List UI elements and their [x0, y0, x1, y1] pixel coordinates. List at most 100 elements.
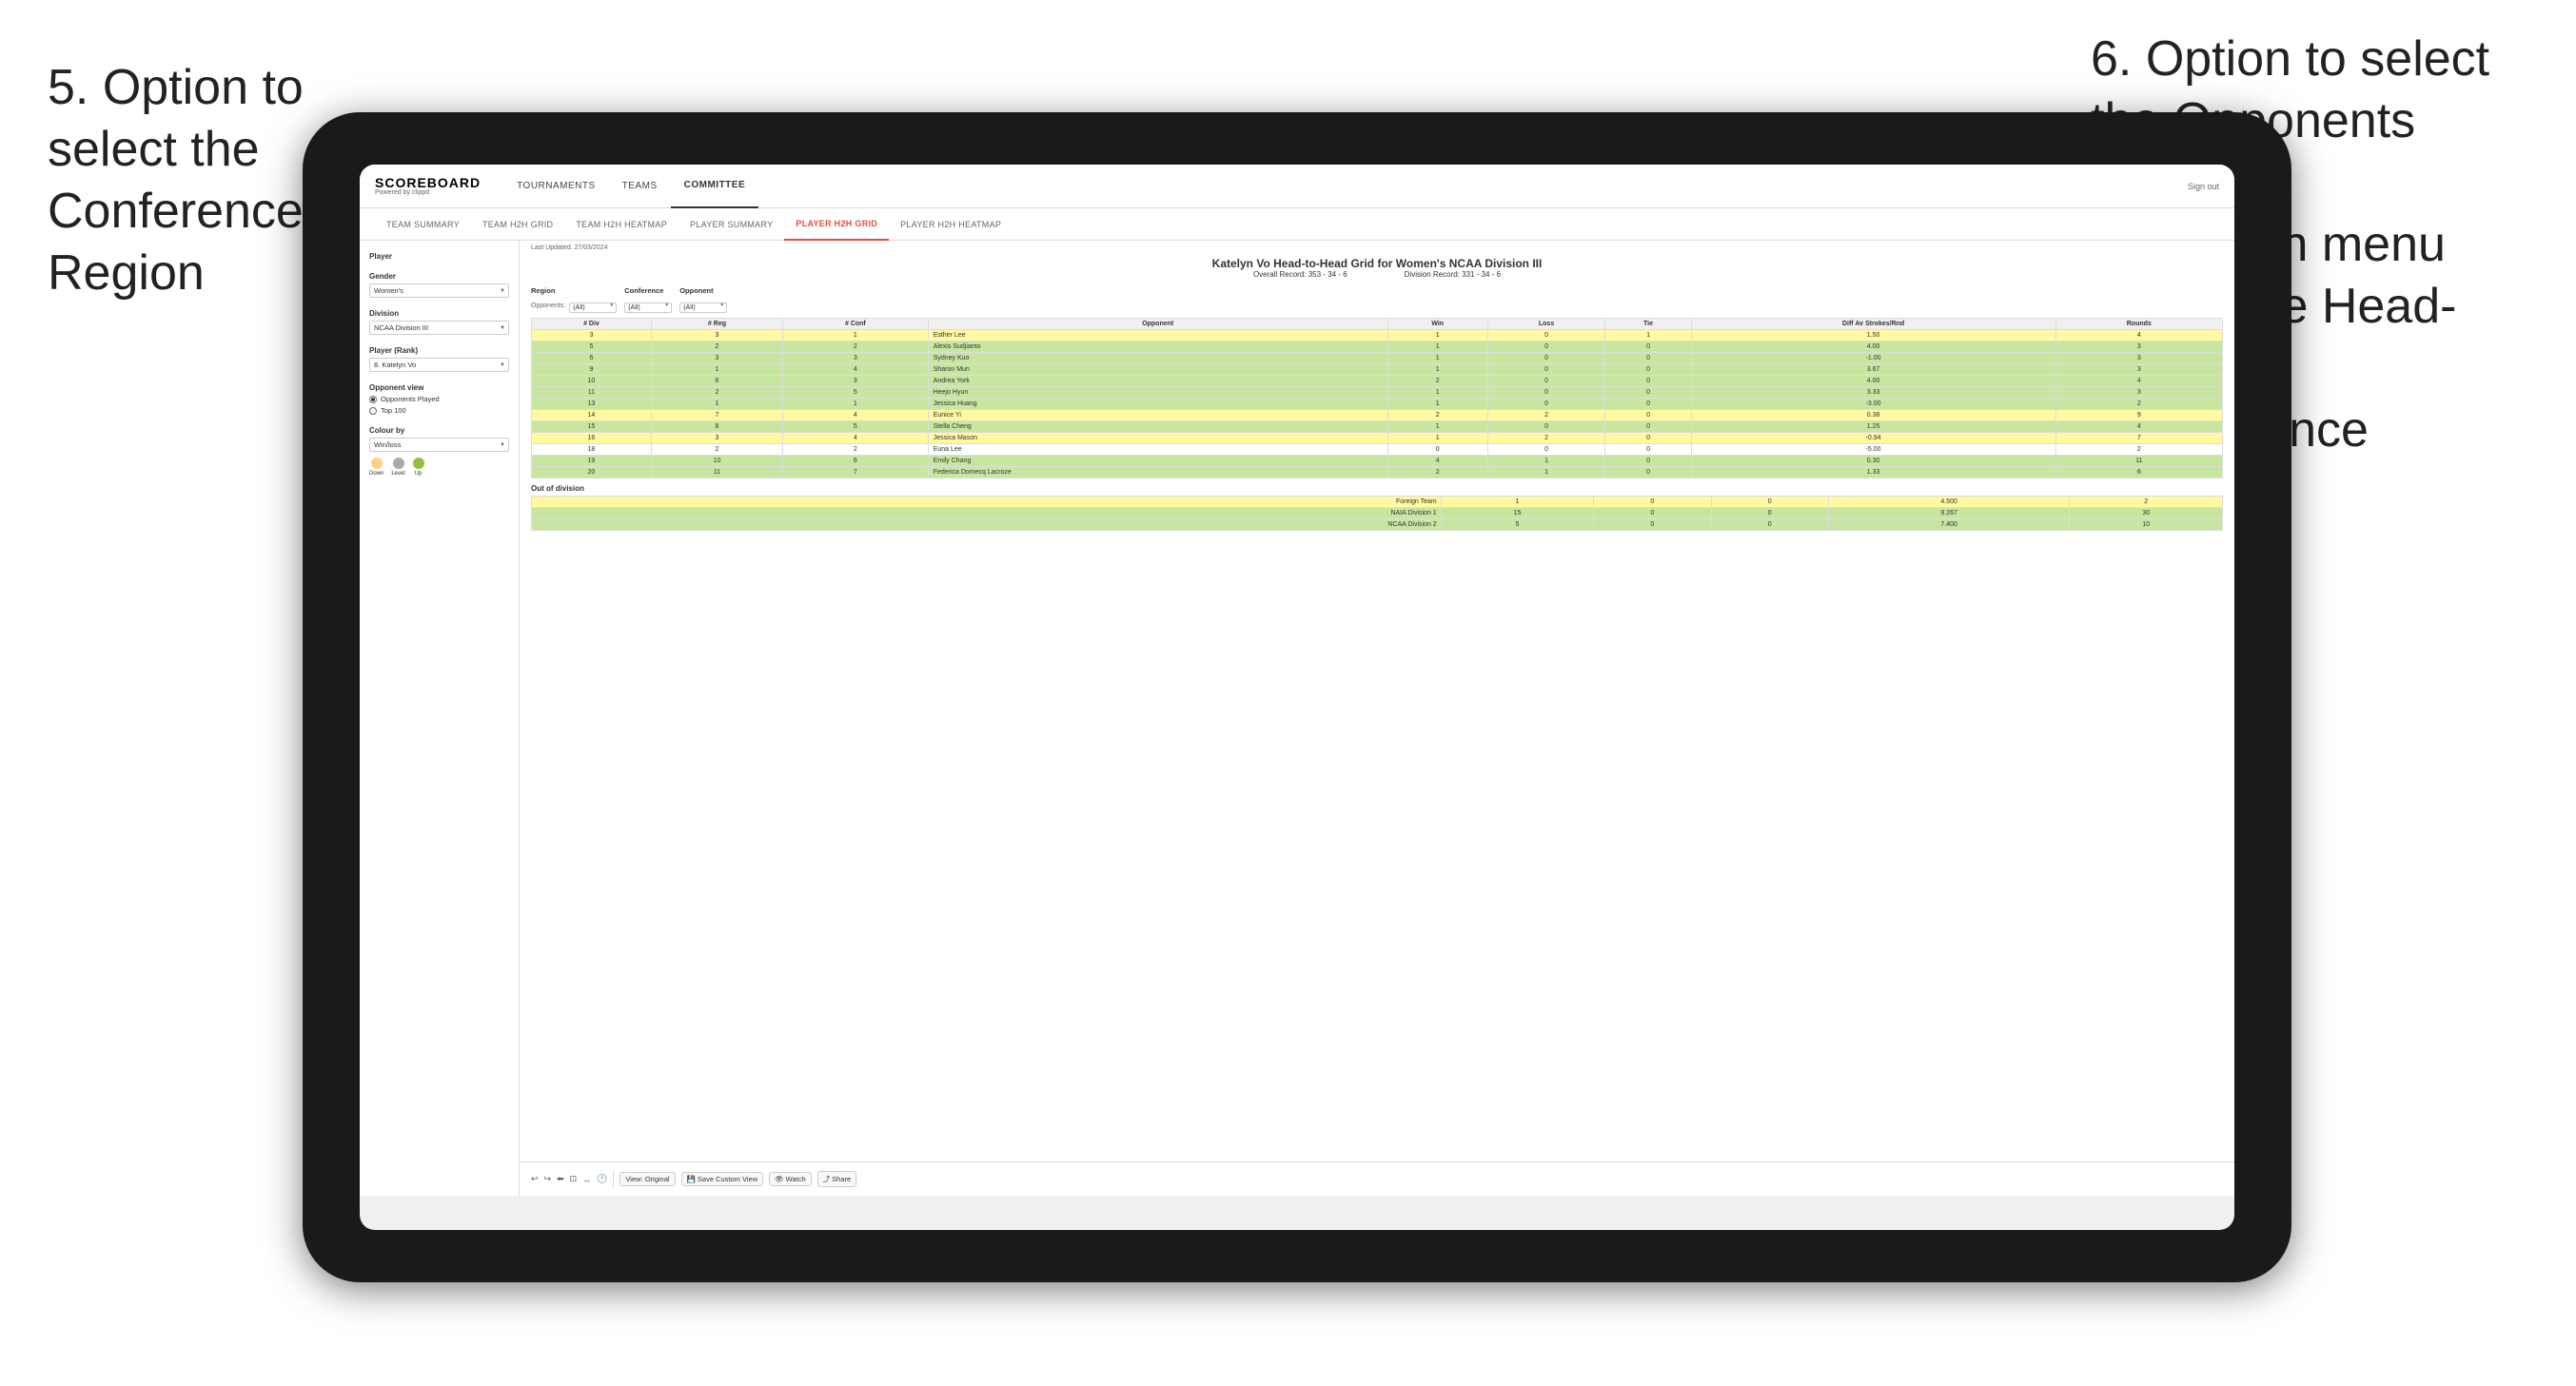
cell-div: 5	[532, 342, 652, 353]
sidebar-gender-wrapper: Women's	[369, 283, 509, 298]
cell-reg: 1	[651, 399, 782, 410]
sidebar-colour-by: Colour by Win/loss Down Level	[369, 426, 509, 477]
sidebar-colour-by-wrapper: Win/loss	[369, 438, 509, 452]
cell-tie: 0	[1605, 376, 1691, 387]
view-original-btn[interactable]: View: Original	[619, 1172, 675, 1186]
table-row: 1311Jessica Huang100-3.002	[532, 399, 2223, 410]
sub-nav-team-summary[interactable]: TEAM SUMMARY	[375, 208, 471, 241]
sidebar-radio-played[interactable]: Opponents Played	[369, 395, 509, 403]
sidebar-division-wrapper: NCAA Division III	[369, 321, 509, 335]
main-nav: TOURNAMENTS TEAMS COMMITTEE	[503, 165, 2188, 208]
sub-nav: TEAM SUMMARY TEAM H2H GRID TEAM H2H HEAT…	[360, 208, 2234, 241]
cell-loss: 2	[1487, 410, 1605, 421]
out-div-cell: 0	[1711, 497, 1828, 508]
cell-reg: 2	[651, 444, 782, 456]
tool2-icon[interactable]: ↔	[582, 1175, 591, 1184]
cell-div: 16	[532, 433, 652, 444]
sidebar-player-section: Player	[369, 252, 509, 261]
region-filter-title: Region	[531, 286, 617, 295]
app-header: SCOREBOARD Powered by clippd TOURNAMENTS…	[360, 165, 2234, 208]
conference-filter-inner: (All)	[624, 297, 672, 314]
clock-icon[interactable]: 🕐	[597, 1174, 607, 1184]
sidebar-player-rank-select[interactable]: 8. Katelyn Vo	[369, 358, 509, 372]
sub-nav-player-summary[interactable]: PLAYER SUMMARY	[678, 208, 784, 241]
cell-win: 1	[1387, 353, 1487, 364]
player-h2h-table: # Div # Reg # Conf Opponent Win Loss Tie…	[531, 318, 2223, 478]
region-filter-inner: Opponents: (All)	[531, 297, 617, 314]
out-div-cell: 5	[1441, 519, 1594, 531]
nav-tournaments[interactable]: TOURNAMENTS	[503, 165, 609, 208]
watch-icon: 👁	[775, 1175, 784, 1183]
table-row: 522Alexis Sudjianto1004.003	[532, 342, 2223, 353]
table-row: 331Esther Lee1011.504	[532, 330, 2223, 342]
tool1-icon[interactable]: ⊡	[570, 1174, 578, 1184]
cell-div: 13	[532, 399, 652, 410]
cell-opponent: Emily Chang	[928, 456, 1387, 467]
cell-reg: 10	[651, 456, 782, 467]
cell-opponent: Federica Domecq Lacroze	[928, 467, 1387, 478]
cell-conf: 4	[783, 364, 929, 376]
cell-rounds: 9	[2055, 410, 2222, 421]
cell-opponent: Alexis Sudjianto	[928, 342, 1387, 353]
cell-win: 2	[1387, 376, 1487, 387]
out-div-row: Foreign Team1004.5002	[532, 497, 2223, 508]
cell-win: 1	[1387, 421, 1487, 433]
out-div-cell: 0	[1594, 519, 1711, 531]
cell-diff: 1.33	[1691, 467, 2055, 478]
cell-win: 1	[1387, 330, 1487, 342]
sidebar-division-select[interactable]: NCAA Division III	[369, 321, 509, 335]
legend-level: Level	[391, 458, 404, 477]
legend-dot-up	[413, 458, 424, 469]
cell-diff: 0.30	[1691, 456, 2055, 467]
conference-filter-title: Conference	[624, 286, 672, 295]
cell-loss: 0	[1487, 364, 1605, 376]
cell-diff: -1.00	[1691, 353, 2055, 364]
table-row: 19106Emily Chang4100.3011	[532, 456, 2223, 467]
sidebar-colour-by-select[interactable]: Win/loss	[369, 438, 509, 452]
region-select-wrapper: (All)	[569, 297, 617, 314]
undo-icon[interactable]: ↩	[531, 1174, 539, 1184]
cell-opponent: Sydney Kuo	[928, 353, 1387, 364]
cell-rounds: 4	[2055, 330, 2222, 342]
sub-nav-player-h2h-grid[interactable]: PLAYER H2H GRID	[784, 208, 889, 241]
sub-nav-player-h2h-heatmap[interactable]: PLAYER H2H HEATMAP	[889, 208, 1013, 241]
sub-nav-team-h2h-heatmap[interactable]: TEAM H2H HEATMAP	[564, 208, 678, 241]
nav-committee[interactable]: COMMITTEE	[671, 165, 759, 208]
conference-select[interactable]: (All)	[624, 303, 672, 313]
cell-loss: 0	[1487, 444, 1605, 456]
back-icon[interactable]: ⬅	[557, 1174, 564, 1184]
cell-diff: 1.50	[1691, 330, 2055, 342]
sidebar-division-section: Division NCAA Division III	[369, 309, 509, 335]
nav-teams[interactable]: TEAMS	[609, 165, 671, 208]
region-select[interactable]: (All)	[569, 303, 617, 313]
cell-conf: 4	[783, 433, 929, 444]
sub-nav-team-h2h-grid[interactable]: TEAM H2H GRID	[471, 208, 564, 241]
cell-div: 9	[532, 364, 652, 376]
radio-top100-label: Top 100	[381, 406, 406, 415]
legend-down: Down	[369, 458, 383, 477]
opponent-select[interactable]: (All)	[679, 303, 727, 313]
cell-opponent: Eunice Yi	[928, 410, 1387, 421]
cell-loss: 0	[1487, 353, 1605, 364]
share-btn[interactable]: ⤴ Share	[817, 1171, 857, 1187]
table-row: 633Sydney Kuo100-1.003	[532, 353, 2223, 364]
cell-loss: 0	[1487, 330, 1605, 342]
cell-div: 19	[532, 456, 652, 467]
data-table-container: # Div # Reg # Conf Opponent Win Loss Tie…	[520, 318, 2234, 478]
out-div-cell: 4.500	[1828, 497, 2070, 508]
cell-tie: 0	[1605, 342, 1691, 353]
scoreboard-logo: SCOREBOARD Powered by clippd	[375, 176, 481, 196]
cell-div: 10	[532, 376, 652, 387]
sidebar-gender-label: Gender	[369, 272, 509, 281]
cell-reg: 1	[651, 364, 782, 376]
watch-btn[interactable]: 👁 Watch	[769, 1172, 812, 1186]
out-div-cell: 15	[1441, 508, 1594, 519]
redo-icon[interactable]: ↪	[544, 1174, 552, 1184]
cell-win: 1	[1387, 433, 1487, 444]
cell-rounds: 3	[2055, 353, 2222, 364]
sidebar-gender-select[interactable]: Women's	[369, 283, 509, 298]
sign-out-link[interactable]: Sign out	[2188, 182, 2219, 191]
sidebar-radio-top100[interactable]: Top 100	[369, 406, 509, 415]
save-custom-view-btn[interactable]: 💾 Save Custom View	[681, 1172, 764, 1186]
sidebar: Player Gender Women's Division NCAA Divi…	[360, 241, 520, 1196]
